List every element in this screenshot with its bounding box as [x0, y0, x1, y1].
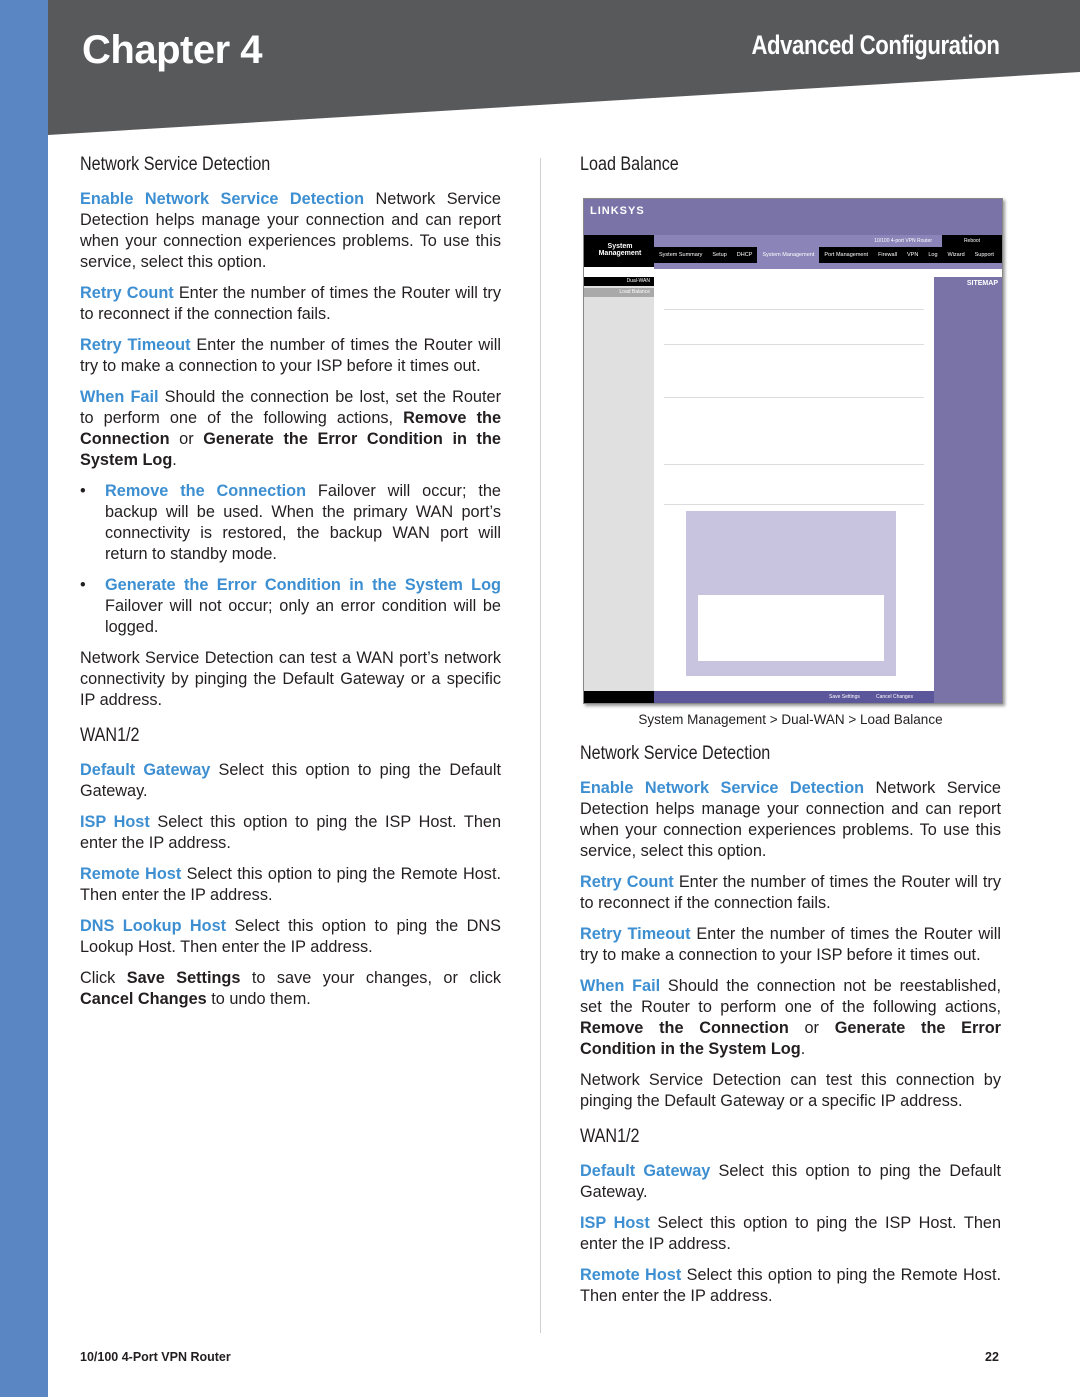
term-label: Generate the Error Condition in the Syst…: [105, 576, 501, 594]
term-label: Retry Timeout: [80, 336, 191, 354]
term-label: Remove the Connection: [105, 482, 307, 500]
footer-product: 10/100 4-Port VPN Router: [80, 1350, 231, 1364]
term-label: Remote Host: [580, 1266, 682, 1284]
body-text: to undo them.: [206, 990, 311, 1008]
screenshot-sidebar: Dual-WAN Load Balance: [584, 277, 654, 703]
screenshot-tab: Setup: [712, 252, 727, 258]
reboot-label: Reboot: [942, 235, 1002, 247]
screenshot-tab: DHCP: [736, 252, 753, 258]
term-label: When Fail: [80, 388, 159, 406]
term-label: When Fail: [580, 977, 661, 995]
body-text: .: [800, 1040, 806, 1058]
paragraph: Remote Host Select this option to ping t…: [580, 1265, 1001, 1307]
body-text: Failover will not occur; only an error c…: [105, 597, 501, 636]
term-label: DNS Lookup Host: [80, 917, 227, 935]
save-settings-button: Save Settings: [829, 694, 860, 700]
paragraph: Default Gateway Select this option to pi…: [80, 760, 501, 802]
section-heading: Network Service Detection: [580, 743, 771, 764]
bullet-item: Generate the Error Condition in the Syst…: [80, 575, 501, 638]
sitemap-label: SITEMAP: [966, 280, 998, 287]
paragraph: Enable Network Service Detection Network…: [580, 778, 1001, 862]
screenshot-bottom-bar: Save Settings Cancel Changes: [654, 691, 934, 703]
paragraph: When Fail Should the connection be lost,…: [80, 387, 501, 471]
screenshot-tab: Port Management: [824, 252, 869, 258]
screenshot-section-box: System Management: [584, 235, 654, 267]
body-text: Network Service Detection can test this …: [580, 1071, 1001, 1110]
body-text: Network Service Detection can test a WAN…: [80, 649, 501, 709]
body-text: or: [788, 1019, 835, 1037]
sidebar-load-balance: Load Balance: [584, 288, 654, 297]
paragraph: DNS Lookup Host Select this option to pi…: [80, 916, 501, 958]
paragraph: Enable Network Service Detection Network…: [80, 189, 501, 273]
screenshot-tab: System Management: [757, 247, 820, 263]
term-label: Enable Network Service Detection: [580, 779, 865, 797]
linksys-logo: LINKSYS: [590, 205, 645, 217]
left-column: Network Service Detection Enable Network …: [80, 154, 501, 1020]
bullet-item: Remove the Connection Failover will occu…: [80, 481, 501, 565]
term-label: Default Gateway: [580, 1162, 711, 1180]
page-number: 22: [985, 1350, 999, 1364]
right-column: Load Balance LINKSYS System Management 1…: [580, 154, 1003, 1317]
model-label: 10/100 4-port VPN Router: [874, 238, 932, 244]
paragraph: When Fail Should the connection not be r…: [580, 976, 1001, 1060]
paragraph: Network Service Detection can test this …: [580, 1070, 1001, 1112]
body-text: or: [169, 430, 204, 448]
term-label: Remote Host: [80, 865, 182, 883]
section-heading: Network Service Detection: [80, 154, 271, 175]
screenshot-subnav: [654, 263, 1002, 269]
body-text: Click: [80, 969, 127, 987]
screenshot-nav-tabs: System Summary Setup DHCP System Management…: [654, 247, 1002, 263]
load-balance-heading: Load Balance: [580, 154, 679, 175]
screenshot-protocol-binding: [686, 511, 896, 676]
screenshot-tab: Log: [928, 252, 938, 258]
screenshot-tab: Wizard: [947, 252, 965, 258]
cancel-changes-button: Cancel Changes: [876, 694, 913, 700]
paragraph: Retry Timeout Enter the number of times …: [580, 924, 1001, 966]
screenshot-tab: VPN: [907, 252, 919, 258]
paragraph: ISP Host Select this option to ping the …: [580, 1213, 1001, 1255]
bold-text: Cancel Changes: [80, 990, 207, 1008]
term-label: Retry Count: [80, 284, 174, 302]
side-stripe: [0, 0, 48, 1397]
body-text: .: [172, 451, 177, 469]
screenshot-top-bar: LINKSYS: [584, 199, 1002, 235]
paragraph: Default Gateway Select this option to pi…: [580, 1161, 1001, 1203]
bold-text: Remove the Connection: [580, 1019, 789, 1037]
screenshot-sitemap-panel: SITEMAP: [934, 277, 1002, 703]
paragraph: Remote Host Select this option to ping t…: [80, 864, 501, 906]
figure-caption: System Management > Dual-WAN > Load Bala…: [638, 712, 943, 727]
paragraph: Retry Timeout Enter the number of times …: [80, 335, 501, 377]
column-divider: [540, 158, 541, 1333]
section-heading: WAN1/2: [80, 725, 140, 746]
term-label: ISP Host: [580, 1214, 650, 1232]
screenshot-tab: Logout: [999, 247, 1002, 263]
section-heading: WAN1/2: [580, 1126, 640, 1147]
screenshot-tab: System Summary: [659, 252, 703, 258]
router-screenshot: LINKSYS System Management 10/100 4-port …: [583, 198, 1003, 704]
section-label: System Management: [598, 243, 642, 257]
term-label: Enable Network Service Detection: [80, 190, 365, 208]
paragraph: Retry Count Enter the number of times th…: [580, 872, 1001, 914]
screenshot-tab: Firewall: [878, 252, 898, 258]
screenshot-model-bar: 10/100 4-port VPN Router Reboot: [654, 235, 1002, 247]
bold-text: Save Settings: [126, 969, 241, 987]
paragraph: Retry Count Enter the number of times th…: [80, 283, 501, 325]
sidebar-dual-wan: Dual-WAN: [584, 277, 654, 286]
section-title: Advanced Configuration: [751, 30, 1000, 60]
term-label: Retry Count: [580, 873, 674, 891]
paragraph: ISP Host Select this option to ping the …: [80, 812, 501, 854]
term-label: Retry Timeout: [580, 925, 691, 943]
paragraph: Network Service Detection can test a WAN…: [80, 648, 501, 711]
body-text: to save your changes, or click: [240, 969, 501, 987]
term-label: Default Gateway: [80, 761, 211, 779]
paragraph: Click Save Settings to save your changes…: [80, 968, 501, 1010]
chapter-title: Chapter 4: [82, 28, 263, 72]
term-label: ISP Host: [80, 813, 150, 831]
screenshot-tab: Support: [974, 252, 994, 258]
